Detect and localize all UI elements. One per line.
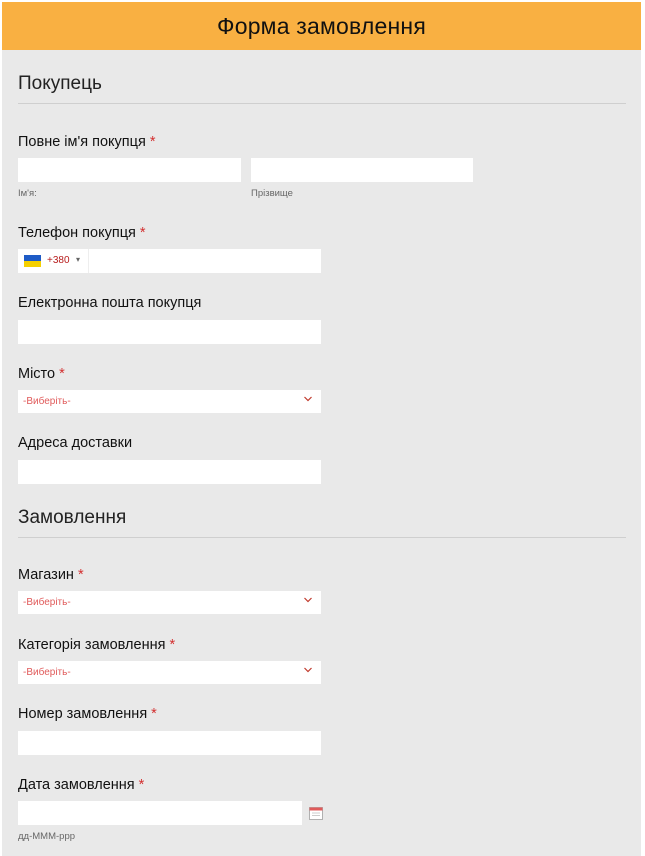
order-form: Форма замовлення Покупець Повне ім'я пок…: [2, 2, 641, 856]
required-marker: *: [149, 134, 156, 150]
order-date-label: Дата замовлення *: [18, 777, 145, 793]
phone-field[interactable]: +380 ▾: [18, 249, 321, 273]
required-marker: *: [77, 567, 84, 583]
form-title: Форма замовлення: [217, 12, 426, 39]
city-select[interactable]: -Виберіть-: [18, 390, 321, 413]
phone-input[interactable]: [89, 249, 321, 273]
order-number-label: Номер замовлення *: [18, 706, 157, 722]
chevron-down-icon: [304, 597, 312, 603]
required-marker: *: [151, 706, 157, 722]
required-marker: *: [139, 225, 146, 241]
country-code: +380: [47, 255, 70, 266]
last-name-sublabel: Прізвище: [251, 188, 293, 199]
category-select-value: -Виберіть-: [23, 667, 71, 678]
chevron-down-icon: [304, 396, 312, 402]
section-divider: [18, 537, 626, 538]
order-date-input[interactable]: [18, 801, 302, 825]
required-marker: *: [169, 637, 176, 653]
required-marker: *: [138, 777, 145, 793]
first-name-sublabel: Ім'я:: [18, 188, 37, 199]
form-header: Форма замовлення: [2, 2, 641, 50]
calendar-icon[interactable]: [309, 807, 323, 820]
caret-down-icon: ▾: [76, 255, 81, 264]
shop-select-value: -Виберіть-: [23, 597, 71, 608]
section-divider: [18, 103, 626, 104]
last-name-input[interactable]: [251, 158, 473, 182]
city-label: Місто *: [18, 366, 65, 382]
section-title-buyer: Покупець: [18, 73, 102, 94]
date-format-hint: дд-МММ-ррр: [18, 831, 76, 842]
section-title-order: Замовлення: [18, 507, 127, 528]
required-marker: *: [59, 366, 65, 382]
shop-label: Магазин *: [18, 567, 84, 583]
chevron-down-icon: [304, 667, 312, 673]
address-label: Адреса доставки: [18, 435, 133, 451]
city-select-value: -Виберіть-: [23, 396, 71, 407]
email-label: Електронна пошта покупця: [18, 295, 202, 311]
category-label: Категорія замовлення *: [18, 637, 176, 653]
address-input[interactable]: [18, 460, 321, 484]
first-name-input[interactable]: [18, 158, 241, 182]
order-number-input[interactable]: [18, 731, 321, 755]
full-name-label: Повне ім'я покупця *: [18, 134, 156, 150]
ukraine-flag-icon: [24, 255, 41, 267]
phone-label: Телефон покупця *: [18, 225, 146, 241]
shop-select[interactable]: -Виберіть-: [18, 591, 321, 614]
email-input[interactable]: [18, 320, 321, 344]
category-select[interactable]: -Виберіть-: [18, 661, 321, 684]
